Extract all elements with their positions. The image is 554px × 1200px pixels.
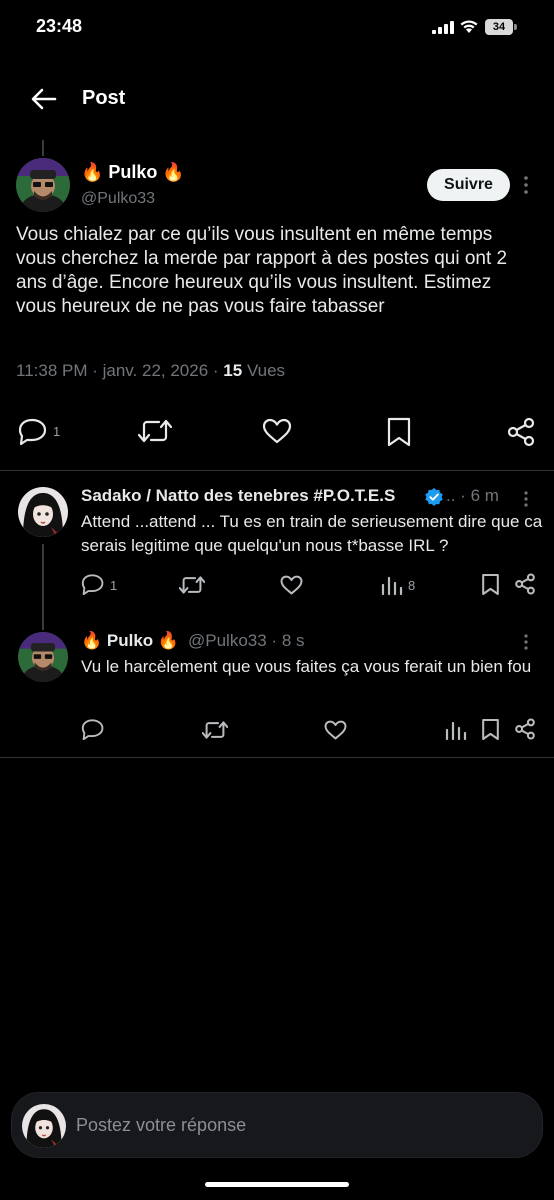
- heart-icon: [280, 575, 303, 595]
- analytics-icon: [381, 576, 403, 595]
- reply-meta: @Pulko33 · 8 s: [188, 631, 305, 650]
- post-meta: 11:38 PM · janv. 22, 2026 · 15 Vues: [16, 361, 286, 380]
- share-button[interactable]: [514, 573, 536, 595]
- reply-button[interactable]: [81, 718, 105, 740]
- status-time: 23:48: [36, 16, 83, 36]
- reply-author-name[interactable]: Sadako / Natto des tenebres #P.O.T.E.S: [81, 486, 395, 506]
- post-time: 11:38 PM: [16, 361, 88, 380]
- share-icon: [515, 573, 535, 595]
- back-arrow-icon[interactable]: [30, 85, 58, 113]
- follow-button[interactable]: Suivre: [427, 169, 510, 201]
- page-title: Post: [82, 87, 126, 109]
- author-name[interactable]: 🔥 Pulko 🔥: [81, 162, 185, 183]
- reply-ellipsis: ..: [446, 486, 456, 505]
- reply-input[interactable]: Postez votre réponse: [76, 1115, 246, 1136]
- like-button[interactable]: [280, 575, 303, 595]
- post-actions: 1: [0, 412, 554, 452]
- views-label[interactable]: Vues: [247, 361, 285, 380]
- reply-composer[interactable]: Postez votre réponse: [11, 1092, 543, 1158]
- bookmark-button[interactable]: [481, 573, 500, 596]
- reply-text: Vu le harcèlement que vous faites ça vou…: [81, 657, 532, 676]
- bookmark-button[interactable]: [481, 718, 500, 741]
- avatar[interactable]: [18, 487, 68, 537]
- like-button[interactable]: [262, 418, 292, 444]
- share-icon: [515, 718, 535, 740]
- repost-button[interactable]: [179, 575, 205, 595]
- reply-icon: [81, 719, 104, 740]
- more-options-icon[interactable]: [524, 176, 528, 194]
- avatar: [22, 1104, 66, 1148]
- battery-level: 34: [485, 19, 513, 35]
- post-text: Vous chialez par ce qu’ils vous insulten…: [16, 224, 508, 317]
- avatar[interactable]: [16, 158, 70, 212]
- bookmark-icon: [482, 573, 499, 596]
- reply-count: 1: [110, 578, 118, 593]
- reply-meta: .. · 6 m: [446, 486, 499, 505]
- views-count: 15: [223, 361, 243, 380]
- home-indicator[interactable]: [205, 1182, 349, 1187]
- header: Post: [0, 70, 554, 126]
- analytics-icon: [445, 721, 467, 740]
- views-count: 8: [408, 578, 416, 593]
- cellular-signal-icon: [432, 21, 454, 34]
- bookmark-icon: [387, 417, 411, 447]
- battery-icon: 34: [485, 19, 517, 35]
- reply-time: 8 s: [281, 631, 305, 650]
- reply-button[interactable]: [18, 417, 48, 445]
- post-date: janv. 22, 2026: [102, 361, 209, 380]
- reply-text: Attend ...attend ... Tu es en train de s…: [81, 512, 543, 555]
- like-button[interactable]: [324, 720, 347, 740]
- verified-badge-icon: [425, 488, 443, 506]
- repost-icon: [202, 721, 228, 739]
- heart-icon: [324, 720, 347, 740]
- divider: [0, 470, 554, 471]
- thread-line: [42, 544, 44, 630]
- views-button[interactable]: [381, 575, 403, 595]
- wifi-icon: [460, 20, 478, 33]
- avatar[interactable]: [18, 632, 68, 682]
- reply-icon: [81, 574, 104, 595]
- reply-count: 1: [53, 424, 61, 439]
- repost-button[interactable]: [202, 720, 228, 740]
- repost-button[interactable]: [138, 418, 172, 444]
- thread-line: [42, 140, 44, 156]
- reply-icon: [18, 418, 47, 445]
- heart-icon: [262, 418, 292, 444]
- divider: [0, 757, 554, 758]
- bookmark-icon: [482, 718, 499, 741]
- repost-icon: [179, 576, 205, 594]
- author-handle[interactable]: @Pulko33: [81, 190, 155, 208]
- reply-author-handle[interactable]: @Pulko33: [188, 631, 267, 650]
- reply-time: 6 m: [470, 486, 499, 505]
- views-button[interactable]: [445, 720, 467, 740]
- more-options-icon[interactable]: [524, 491, 528, 507]
- share-icon: [507, 417, 535, 447]
- reply-author-name[interactable]: 🔥 Pulko 🔥: [81, 631, 179, 651]
- reply-button[interactable]: [81, 573, 105, 595]
- bookmark-button[interactable]: [386, 417, 412, 447]
- repost-icon: [138, 419, 172, 443]
- status-bar: 23:48 34: [0, 0, 554, 56]
- share-button[interactable]: [514, 718, 536, 740]
- share-button[interactable]: [506, 417, 536, 447]
- more-options-icon[interactable]: [524, 634, 528, 650]
